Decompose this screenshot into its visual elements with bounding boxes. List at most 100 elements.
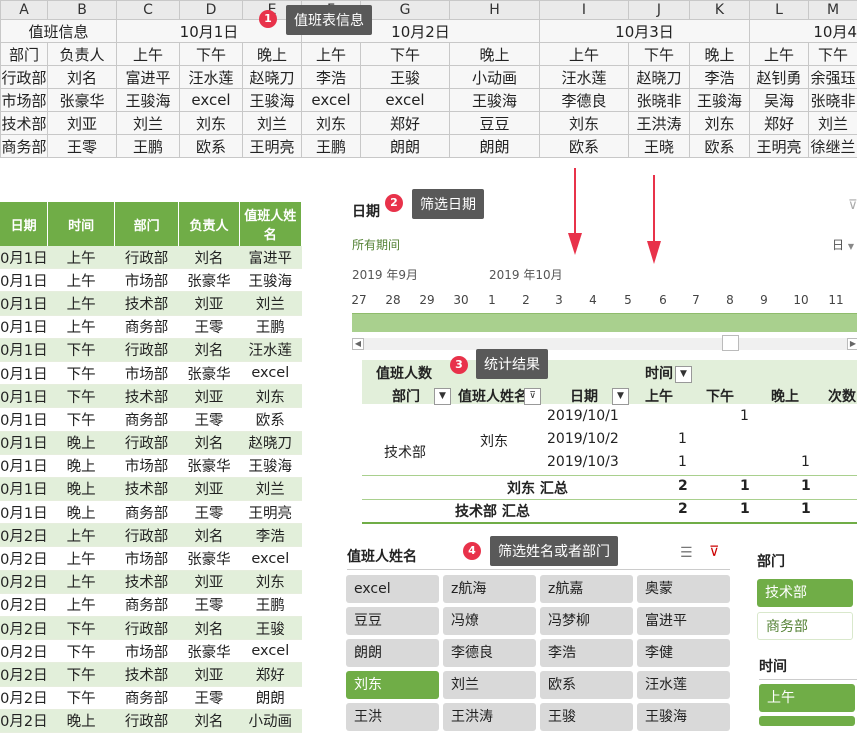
name-filter-active-icon[interactable]: ⊽	[524, 388, 541, 405]
table-cell[interactable]: 刘亚	[179, 663, 239, 686]
table-cell[interactable]: 技术部	[114, 477, 178, 500]
header-cell[interactable]: 下午	[180, 43, 243, 66]
column-header[interactable]: 负责人	[179, 202, 239, 246]
sheet-cell[interactable]: 商务部	[1, 135, 48, 158]
column-letter-header[interactable]: H	[450, 1, 540, 20]
table-cell[interactable]: 刘名	[179, 246, 239, 269]
header-cell[interactable]: 下午	[361, 43, 450, 66]
table-cell[interactable]: 欧系	[239, 408, 301, 431]
dept-filter-dropdown-icon[interactable]: ▼	[434, 388, 451, 405]
table-cell[interactable]: 张豪华	[179, 547, 239, 570]
table-cell[interactable]: 王骏海	[239, 269, 301, 292]
table-cell[interactable]: 行政部	[114, 709, 178, 732]
timeline-day-tick[interactable]: 3	[544, 293, 574, 307]
table-cell[interactable]: 刘亚	[179, 385, 239, 408]
sheet-cell[interactable]: 欧系	[540, 135, 629, 158]
table-cell[interactable]: 0月1日	[0, 477, 48, 500]
name-slicer-item[interactable]: 王骏	[540, 703, 633, 731]
scroll-left-icon[interactable]: ◀	[352, 338, 364, 350]
table-cell[interactable]: excel	[239, 547, 301, 570]
table-cell[interactable]: 上午	[48, 547, 115, 570]
sheet-cell[interactable]: excel	[361, 89, 450, 112]
clear-filter-icon[interactable]: ⊽	[709, 544, 719, 560]
sheet-cell[interactable]: 王骏海	[117, 89, 180, 112]
sheet-cell[interactable]: 刘东	[180, 112, 243, 135]
table-cell[interactable]: 0月1日	[0, 246, 48, 269]
time-slicer-item[interactable]: 上午	[759, 684, 855, 712]
sheet-cell[interactable]: 汪水莲	[540, 66, 629, 89]
date-filter-dropdown-icon[interactable]: ▼	[612, 388, 629, 405]
name-slicer-item[interactable]: z航嘉	[540, 575, 633, 603]
table-cell[interactable]: 张豪华	[179, 361, 239, 384]
timeline-day-tick[interactable]: 30	[446, 293, 476, 307]
table-cell[interactable]: 上午	[48, 593, 115, 616]
multi-select-icon[interactable]: ☰	[680, 545, 693, 561]
sheet-cell[interactable]: 朗朗	[361, 135, 450, 158]
timeline-day-tick[interactable]: 27	[344, 293, 374, 307]
sheet-cell[interactable]: 刘名	[48, 66, 117, 89]
table-cell[interactable]: 市场部	[114, 640, 178, 663]
table-cell[interactable]: 下午	[48, 617, 115, 640]
header-cell[interactable]: 负责人	[48, 43, 117, 66]
table-cell[interactable]: 0月2日	[0, 547, 48, 570]
table-cell[interactable]: 0月2日	[0, 593, 48, 616]
table-cell[interactable]: 0月1日	[0, 361, 48, 384]
sheet-cell[interactable]: 王明亮	[243, 135, 302, 158]
table-cell[interactable]: 市场部	[114, 547, 178, 570]
table-cell[interactable]: 刘名	[179, 617, 239, 640]
sheet-cell[interactable]: 王鹏	[302, 135, 361, 158]
table-cell[interactable]: 0月2日	[0, 686, 48, 709]
column-letter-header[interactable]: M	[809, 1, 857, 20]
table-cell[interactable]: 下午	[48, 338, 115, 361]
table-cell[interactable]: 王鹏	[239, 315, 301, 338]
table-cell[interactable]: 行政部	[114, 617, 178, 640]
column-letter-header[interactable]: C	[117, 1, 180, 20]
table-cell[interactable]: 晚上	[48, 709, 115, 732]
column-letter-header[interactable]: K	[690, 1, 750, 20]
sheet-cell[interactable]: 汪水莲	[180, 66, 243, 89]
table-cell[interactable]: 王零	[179, 593, 239, 616]
table-cell[interactable]: 商务部	[114, 408, 178, 431]
table-cell[interactable]: 0月1日	[0, 292, 48, 315]
table-cell[interactable]: 张豪华	[179, 269, 239, 292]
date-header-cell[interactable]: 10月4	[750, 20, 857, 43]
table-cell[interactable]: 下午	[48, 408, 115, 431]
name-slicer-item[interactable]: excel	[346, 575, 439, 603]
timeline-scrollbar[interactable]: ◀ ▶	[352, 338, 857, 350]
header-cell[interactable]: 上午	[117, 43, 180, 66]
column-letter-header[interactable]: B	[48, 1, 117, 20]
sheet-cell[interactable]: 赵晓刀	[629, 66, 690, 89]
table-cell[interactable]: 张豪华	[179, 454, 239, 477]
timeline-day-tick[interactable]: 6	[648, 293, 678, 307]
header-cell[interactable]: 晚上	[450, 43, 540, 66]
name-slicer-item[interactable]: z航海	[443, 575, 536, 603]
sheet-cell[interactable]: 王骏	[361, 66, 450, 89]
sheet-cell[interactable]: 欧系	[180, 135, 243, 158]
table-cell[interactable]: 刘东	[239, 385, 301, 408]
table-cell[interactable]: excel	[239, 640, 301, 663]
sheet-cell[interactable]: 刘亚	[48, 112, 117, 135]
timeline-day-tick[interactable]: 2	[511, 293, 541, 307]
sheet-cell[interactable]: 行政部	[1, 66, 48, 89]
column-letter-header[interactable]: A	[1, 1, 48, 20]
table-cell[interactable]: 0月1日	[0, 454, 48, 477]
table-cell[interactable]: 市场部	[114, 454, 178, 477]
sheet-cell[interactable]: 小动画	[450, 66, 540, 89]
dept-slicer-item-selected[interactable]: 技术部	[757, 579, 853, 607]
table-cell[interactable]: 刘亚	[179, 477, 239, 500]
header-cell[interactable]: 上午	[540, 43, 629, 66]
sheet-cell[interactable]: 刘东	[540, 112, 629, 135]
table-cell[interactable]: 0月2日	[0, 617, 48, 640]
table-cell[interactable]: 下午	[48, 686, 115, 709]
sheet-cell[interactable]: 郑好	[361, 112, 450, 135]
table-cell[interactable]: 技术部	[114, 385, 178, 408]
table-cell[interactable]: 上午	[48, 246, 115, 269]
table-cell[interactable]: 行政部	[114, 524, 178, 547]
sheet-cell[interactable]: 市场部	[1, 89, 48, 112]
table-cell[interactable]: 市场部	[114, 361, 178, 384]
column-letter-header[interactable]: I	[540, 1, 629, 20]
name-slicer-item[interactable]: 欧系	[540, 671, 633, 699]
table-cell[interactable]: 市场部	[114, 269, 178, 292]
column-letter-header[interactable]: G	[361, 1, 450, 20]
table-cell[interactable]: 刘亚	[179, 570, 239, 593]
